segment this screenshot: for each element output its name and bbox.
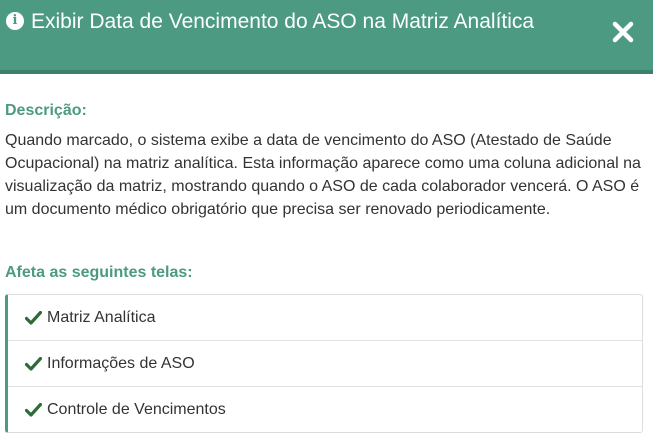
list-item-label: Informações de ASO — [47, 354, 195, 372]
settings-info-modal: i Exibir Data de Vencimento do ASO na Ma… — [0, 0, 653, 441]
check-icon — [25, 356, 42, 371]
modal-header: i Exibir Data de Vencimento do ASO na Ma… — [0, 0, 653, 74]
list-item: Informações de ASO — [8, 341, 642, 387]
info-circle-icon: i — [6, 12, 24, 30]
check-icon — [25, 402, 42, 417]
affected-screens-list: Matriz Analítica Informações de ASO Cont… — [5, 294, 643, 433]
close-icon — [612, 21, 634, 43]
list-item-label: Controle de Vencimentos — [47, 400, 226, 418]
description-text: Quando marcado, o sistema exibe a data d… — [5, 132, 641, 218]
affected-screens-label: Afeta as seguintes telas: — [5, 264, 193, 281]
list-item-label: Matriz Analítica — [47, 308, 156, 326]
list-item: Matriz Analítica — [8, 295, 642, 341]
close-button[interactable] — [609, 18, 637, 46]
modal-title: Exibir Data de Vencimento do ASO na Matr… — [31, 10, 535, 33]
description-label: Descrição: — [5, 102, 87, 119]
list-item: Controle de Vencimentos — [8, 387, 642, 432]
check-icon — [25, 310, 42, 325]
